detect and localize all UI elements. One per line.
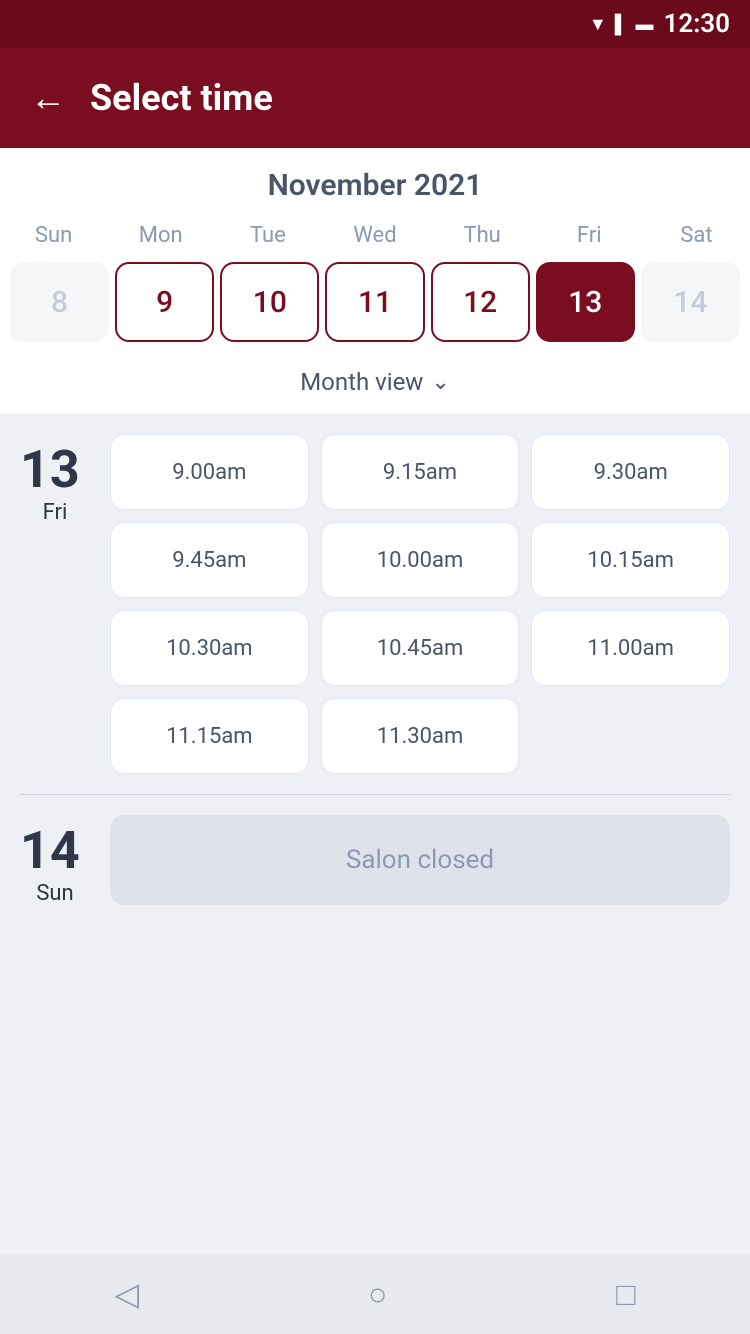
time-slot-1000am[interactable]: 10.00am — [321, 522, 520, 598]
signal-icon: ▌ — [615, 14, 628, 35]
time-slot-930am[interactable]: 9.30am — [531, 434, 730, 510]
time-slots-section: 13 Fri 9.00am 9.15am 9.30am 9.45am 10.00… — [0, 414, 750, 946]
time-grid-13: 9.00am 9.15am 9.30am 9.45am 10.00am 10.1… — [110, 434, 730, 774]
salon-closed-box: Salon closed — [110, 815, 730, 905]
time-slot-1030am[interactable]: 10.30am — [110, 610, 309, 686]
day-8[interactable]: 8 — [10, 262, 109, 342]
day-9[interactable]: 9 — [115, 262, 214, 342]
month-view-label: Month view — [300, 368, 423, 396]
app-header: ← Select time — [0, 48, 750, 148]
nav-apps-icon[interactable]: □ — [616, 1275, 635, 1313]
page-title: Select time — [90, 77, 273, 119]
section-divider — [20, 794, 730, 795]
battery-icon: ▬ — [636, 14, 654, 35]
chevron-down-icon: ⌄ — [431, 370, 449, 395]
weekday-mon: Mon — [107, 219, 214, 252]
status-time: 12:30 — [664, 9, 731, 39]
time-slot-915am[interactable]: 9.15am — [321, 434, 520, 510]
wifi-icon: ▼ — [589, 14, 607, 35]
days-row: 8 9 10 11 12 13 14 — [0, 262, 750, 342]
day-13[interactable]: 13 — [536, 262, 635, 342]
day-label-14: 14 Sun — [20, 815, 90, 906]
day-section-13: 13 Fri 9.00am 9.15am 9.30am 9.45am 10.00… — [20, 434, 730, 774]
time-slot-1045am[interactable]: 10.45am — [321, 610, 520, 686]
day-10[interactable]: 10 — [220, 262, 319, 342]
month-year-label: November 2021 — [0, 168, 750, 203]
status-bar: ▼ ▌ ▬ 12:30 — [0, 0, 750, 48]
back-button[interactable]: ← — [30, 77, 66, 119]
weekday-sat: Sat — [643, 219, 750, 252]
weekday-thu: Thu — [429, 219, 536, 252]
weekdays-row: Sun Mon Tue Wed Thu Fri Sat — [0, 219, 750, 252]
day-name-13: Fri — [20, 500, 90, 525]
weekday-wed: Wed — [321, 219, 428, 252]
time-slot-1100am[interactable]: 11.00am — [531, 610, 730, 686]
nav-back-icon[interactable]: ◁ — [114, 1275, 139, 1313]
weekday-fri: Fri — [536, 219, 643, 252]
day-number-14: 14 — [20, 825, 90, 877]
nav-home-icon[interactable]: ○ — [368, 1275, 387, 1313]
day-11[interactable]: 11 — [325, 262, 424, 342]
time-slot-1015am[interactable]: 10.15am — [531, 522, 730, 598]
status-icons: ▼ ▌ ▬ — [589, 14, 654, 35]
salon-closed-label: Salon closed — [346, 845, 494, 875]
day-label-13: 13 Fri — [20, 434, 90, 774]
time-slot-1130am[interactable]: 11.30am — [321, 698, 520, 774]
month-view-toggle[interactable]: Month view ⌄ — [0, 356, 750, 414]
day-name-14: Sun — [20, 881, 90, 906]
day-12[interactable]: 12 — [431, 262, 530, 342]
time-slot-945am[interactable]: 9.45am — [110, 522, 309, 598]
day-number-13: 13 — [20, 444, 90, 496]
calendar-section: November 2021 Sun Mon Tue Wed Thu Fri Sa… — [0, 148, 750, 414]
day-14[interactable]: 14 — [641, 262, 740, 342]
day-section-14: 14 Sun Salon closed — [20, 815, 730, 926]
time-slot-900am[interactable]: 9.00am — [110, 434, 309, 510]
weekday-tue: Tue — [214, 219, 321, 252]
bottom-nav: ◁ ○ □ — [0, 1254, 750, 1334]
time-slot-1115am[interactable]: 11.15am — [110, 698, 309, 774]
weekday-sun: Sun — [0, 219, 107, 252]
